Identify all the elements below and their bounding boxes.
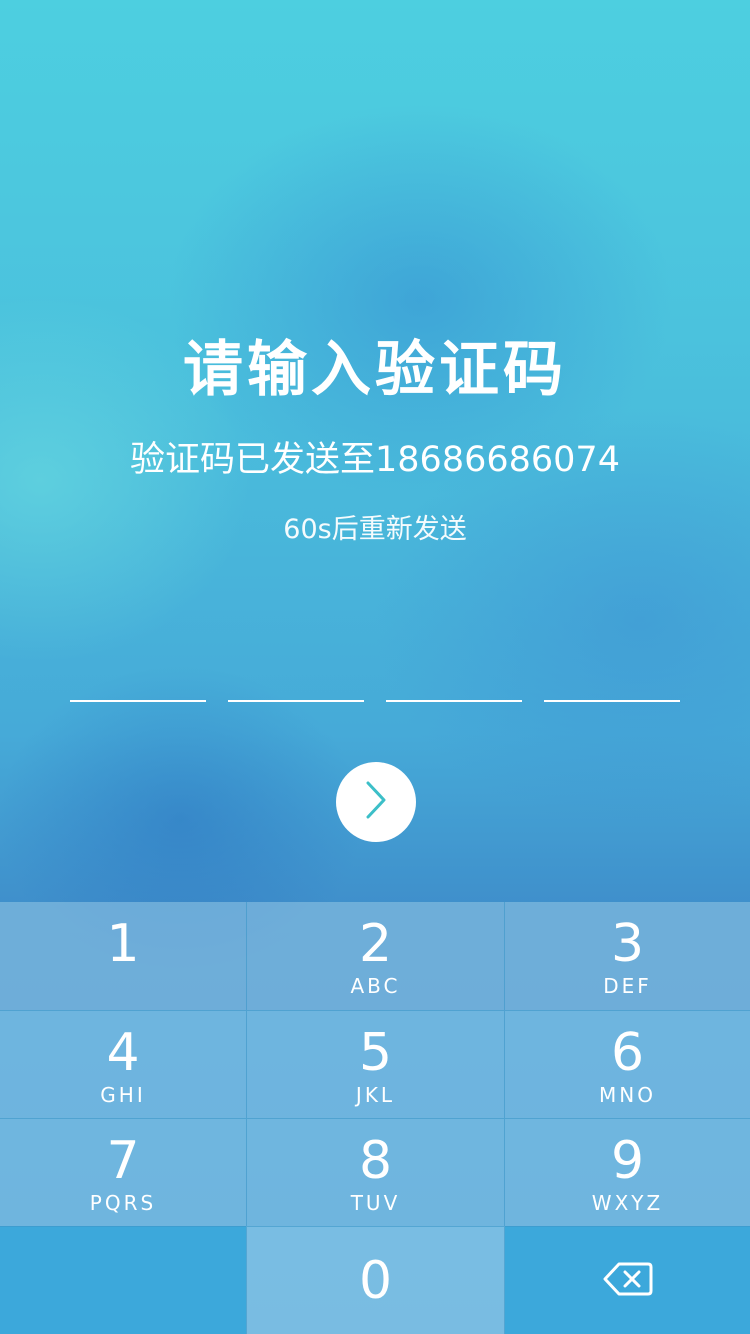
numeric-keypad: 1 2 ABC 3 DEF 4 GHI 5 JKL 6 MNO 7 PQRS 8… <box>0 902 750 1334</box>
key-8[interactable]: 8 TUV <box>246 1118 505 1226</box>
code-slot-3[interactable] <box>386 700 522 702</box>
key-number: 8 <box>358 1131 393 1191</box>
code-slot-2[interactable] <box>228 700 364 702</box>
key-number: 7 <box>106 1131 140 1191</box>
key-9[interactable]: 9 WXYZ <box>505 1118 750 1226</box>
code-slot-4[interactable] <box>544 700 680 702</box>
key-3[interactable]: 3 DEF <box>505 902 750 1010</box>
code-slot-1[interactable] <box>70 700 206 702</box>
key-0[interactable]: 0 <box>246 1226 505 1334</box>
chevron-right-icon <box>364 780 388 824</box>
resend-countdown[interactable]: 60s后重新发送 <box>0 510 750 550</box>
key-4[interactable]: 4 GHI <box>0 1010 246 1118</box>
key-letters: GHI <box>100 1083 146 1107</box>
delete-key[interactable] <box>505 1226 750 1334</box>
key-number: 5 <box>358 1023 393 1083</box>
page-title: 请输入验证码 <box>183 335 567 405</box>
key-number: 4 <box>106 1023 140 1083</box>
key-6[interactable]: 6 MNO <box>505 1010 750 1118</box>
key-letters: WXYZ <box>591 1191 664 1215</box>
key-number: 9 <box>610 1131 645 1191</box>
key-number: 2 <box>358 914 393 974</box>
key-letters: JKL <box>355 1083 396 1107</box>
blank-key <box>0 1226 246 1334</box>
key-7[interactable]: 7 PQRS <box>0 1118 246 1226</box>
key-1[interactable]: 1 <box>0 902 246 1010</box>
key-number: 0 <box>358 1251 393 1311</box>
key-2[interactable]: 2 ABC <box>246 902 505 1010</box>
key-letters: TUV <box>350 1191 401 1215</box>
sent-to-phone-text: 验证码已发送至18686686074 <box>130 440 620 480</box>
key-letters: DEF <box>603 974 652 998</box>
backspace-icon <box>603 1261 653 1301</box>
key-5[interactable]: 5 JKL <box>246 1010 505 1118</box>
key-letters: PQRS <box>89 1191 157 1215</box>
key-number: 6 <box>610 1023 645 1083</box>
key-letters: ABC <box>350 974 401 998</box>
next-button[interactable] <box>336 762 416 842</box>
key-number: 3 <box>610 914 645 974</box>
key-number: 1 <box>106 914 140 974</box>
key-letters: MNO <box>599 1083 656 1107</box>
